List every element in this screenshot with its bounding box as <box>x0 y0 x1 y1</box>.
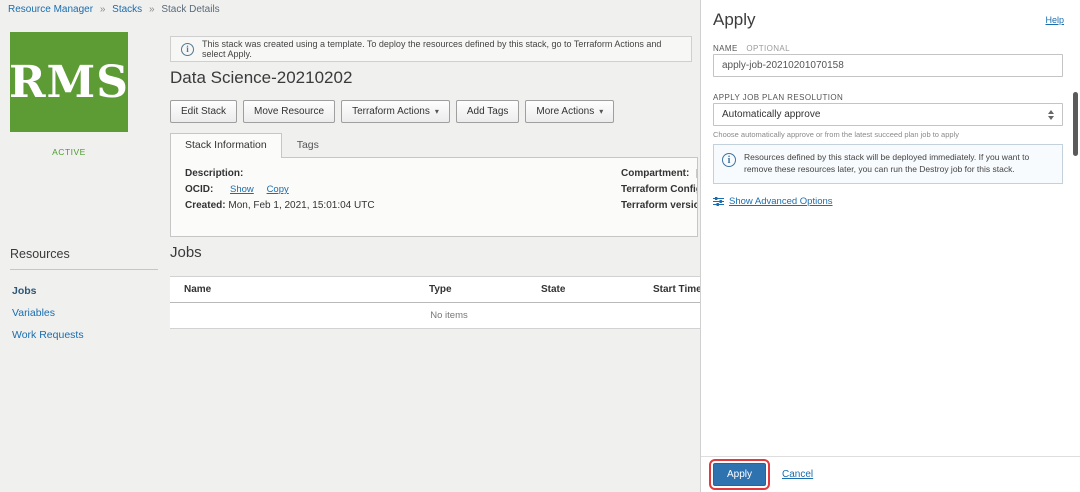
jobs-heading: Jobs <box>170 244 202 261</box>
breadcrumb-stacks[interactable]: Stacks <box>112 4 142 15</box>
resources-divider <box>10 269 158 270</box>
panel-scrollbar[interactable] <box>1073 92 1078 156</box>
stack-info-right-column: Compartment: Terraform Configuration Fi … <box>621 168 697 216</box>
job-name-input[interactable] <box>713 54 1063 77</box>
sidebar-item-work-requests[interactable]: Work Requests <box>10 324 158 346</box>
column-type: Type <box>429 284 452 295</box>
apply-panel-footer: Apply Cancel <box>701 456 1080 492</box>
stack-information-panel: Description: OCID: Show Copy Created: Mo… <box>170 157 698 237</box>
plan-resolution-value: Automatically approve <box>722 109 821 120</box>
name-field-label: NAME OPTIONAL <box>713 44 790 53</box>
info-icon <box>722 153 736 167</box>
move-resource-button[interactable]: Move Resource <box>243 100 336 123</box>
status-badge: ACTIVE <box>52 147 86 157</box>
show-advanced-options-label: Show Advanced Options <box>729 196 833 207</box>
help-link[interactable]: Help <box>1045 15 1064 25</box>
redacted-value <box>696 168 697 178</box>
terraform-actions-button[interactable]: Terraform Actions ▾ <box>341 100 450 123</box>
resources-list: Jobs Variables Work Requests <box>10 280 158 346</box>
tab-stack-information[interactable]: Stack Information <box>170 133 282 158</box>
name-optional-label: OPTIONAL <box>746 44 790 53</box>
sliders-icon <box>713 197 724 206</box>
description-label: Description: <box>185 168 244 179</box>
breadcrumb: Resource Manager » Stacks » Stack Detail… <box>8 4 220 15</box>
terraform-actions-label: Terraform Actions <box>352 106 430 117</box>
apply-button[interactable]: Apply <box>708 459 771 490</box>
chevron-down-icon: ▾ <box>599 107 604 116</box>
move-resource-label: Move Resource <box>254 106 325 117</box>
ocid-copy-link[interactable]: Copy <box>267 184 289 195</box>
page-title: Data Science-20210202 <box>170 68 353 87</box>
ocid-show-link[interactable]: Show <box>230 184 254 195</box>
created-value: Mon, Feb 1, 2021, 15:01:04 UTC <box>228 200 375 211</box>
sidebar-item-variables[interactable]: Variables <box>10 302 158 324</box>
compartment-label: Compartment: <box>621 168 690 179</box>
resources-heading: Resources <box>10 247 70 261</box>
deploy-info-box: Resources defined by this stack will be … <box>713 144 1063 184</box>
more-actions-button[interactable]: More Actions ▾ <box>525 100 615 123</box>
add-tags-label: Add Tags <box>466 106 509 117</box>
edit-stack-button[interactable]: Edit Stack <box>170 100 238 123</box>
breadcrumb-separator: » <box>148 4 155 15</box>
name-label: NAME <box>713 44 738 53</box>
select-spinner-icon <box>1048 109 1054 120</box>
deploy-info-text: Resources defined by this stack will be … <box>744 152 1030 175</box>
more-actions-label: More Actions <box>536 106 595 117</box>
apply-panel-title: Apply <box>713 10 756 29</box>
breadcrumb-stack-details: Stack Details <box>161 4 220 15</box>
plan-resolution-select[interactable]: Automatically approve <box>713 103 1063 126</box>
terraform-config-label: Terraform Configuration Fi <box>621 184 697 195</box>
plan-resolution-hint: Choose automatically approve or from the… <box>713 130 959 139</box>
template-info-banner: This stack was created using a template.… <box>170 36 692 62</box>
ocid-label: OCID: <box>185 184 214 195</box>
terraform-config-field: Terraform Configuration Fi <box>621 184 697 195</box>
terraform-version-label: Terraform version: <box>621 200 697 211</box>
column-name: Name <box>184 284 212 295</box>
compartment-field: Compartment: <box>621 168 697 179</box>
created-label: Created: <box>185 200 226 211</box>
sidebar-item-jobs[interactable]: Jobs <box>10 280 158 302</box>
add-tags-button[interactable]: Add Tags <box>455 100 520 123</box>
stack-logo-text: RMS <box>8 56 130 108</box>
plan-resolution-label: APPLY JOB PLAN RESOLUTION <box>713 93 844 102</box>
cancel-link[interactable]: Cancel <box>782 469 813 480</box>
stack-actions-toolbar: Edit Stack Move Resource Terraform Actio… <box>170 100 615 123</box>
column-state: State <box>541 284 566 295</box>
jobs-empty-row: No items <box>170 303 728 329</box>
banner-text: This stack was created using a template.… <box>202 39 662 59</box>
show-advanced-options-link[interactable]: Show Advanced Options <box>713 196 833 207</box>
jobs-table-header: Name Type State Start Time <box>170 277 728 303</box>
edit-stack-label: Edit Stack <box>181 106 227 117</box>
stack-logo: RMS <box>8 32 130 132</box>
jobs-table: Name Type State Start Time No items <box>170 276 728 329</box>
apply-panel: Apply Help NAME OPTIONAL APPLY JOB PLAN … <box>700 0 1080 492</box>
breadcrumb-separator: » <box>99 4 106 15</box>
stack-tabs: Stack Information Tags <box>170 133 334 158</box>
breadcrumb-resource-manager[interactable]: Resource Manager <box>8 4 93 15</box>
chevron-down-icon: ▾ <box>434 107 439 116</box>
info-icon <box>181 42 194 56</box>
terraform-version-field: Terraform version: 0.13.x <box>621 200 697 211</box>
tab-tags[interactable]: Tags <box>282 133 334 157</box>
